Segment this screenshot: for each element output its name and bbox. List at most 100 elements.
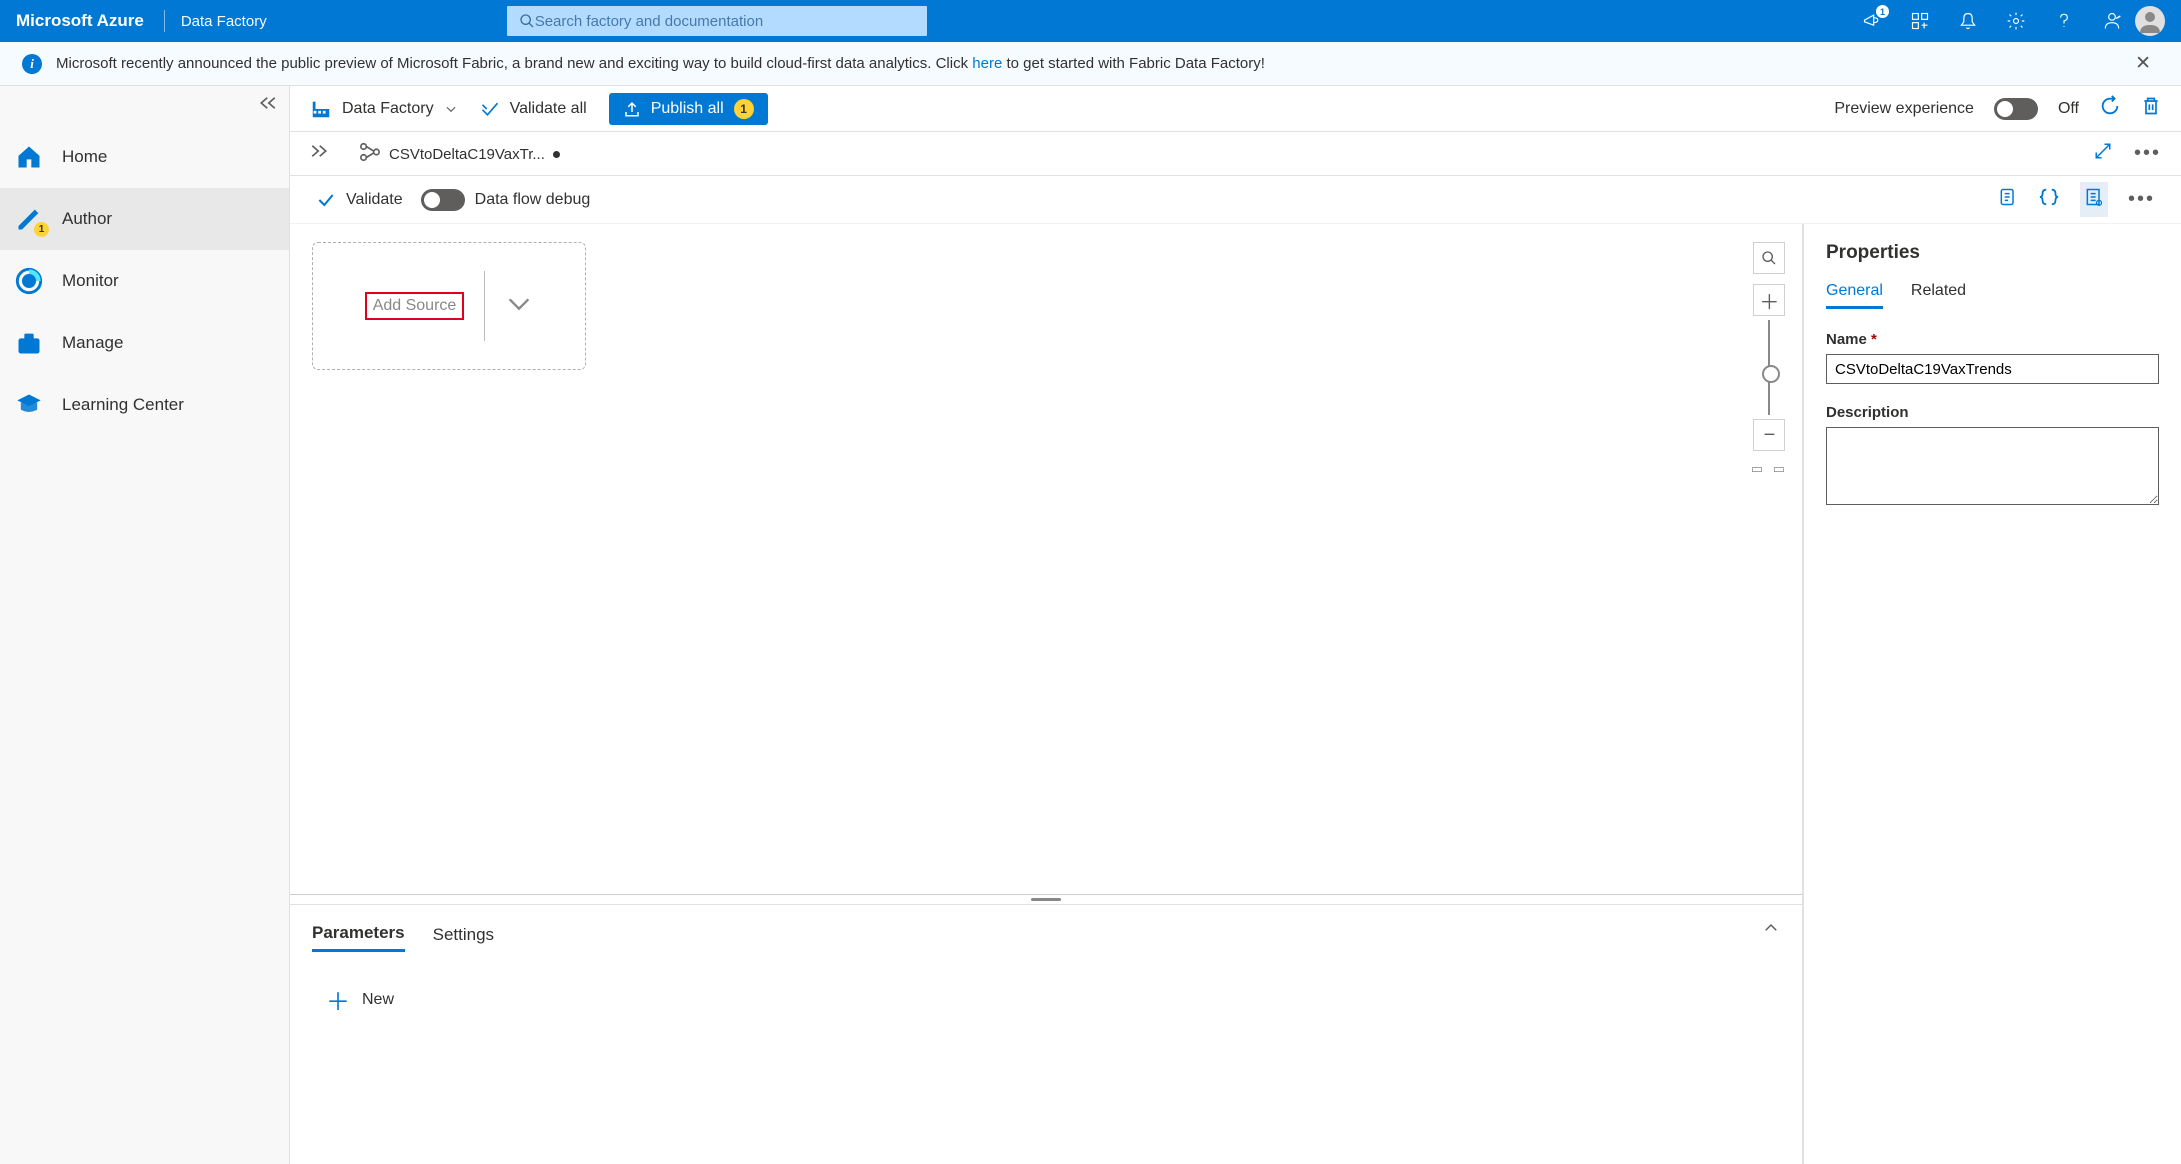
settings-icon[interactable] [2005, 10, 2027, 32]
publish-all-label: Publish all [651, 100, 724, 118]
zoom-slider[interactable] [1768, 320, 1770, 415]
breadcrumb-data-factory[interactable]: Data Factory [310, 98, 458, 120]
expand-tabs-button[interactable] [310, 144, 328, 163]
chevron-down-icon [444, 102, 458, 116]
validate-all-label: Validate all [510, 100, 587, 118]
required-asterisk: * [1871, 331, 1877, 348]
header-actions: 1 [1861, 10, 2123, 32]
properties-panel: Properties General Related Name * Descri… [1803, 224, 2181, 1164]
maximize-button[interactable] [2094, 142, 2112, 165]
notifications-icon[interactable] [1957, 10, 1979, 32]
name-input[interactable] [1826, 354, 2159, 384]
dataflow-debug-toggle[interactable] [421, 189, 465, 211]
editor-tabbar: CSVtoDeltaC19VaxTr... ••• [290, 132, 2181, 176]
banner-link[interactable]: here [972, 55, 1002, 72]
bottom-tab-parameters[interactable]: Parameters [312, 917, 405, 952]
new-parameter-button[interactable]: ＋ New [312, 982, 1780, 1017]
nav-manage[interactable]: Manage [0, 312, 289, 374]
preview-state-label: Off [2058, 100, 2079, 118]
description-field-label: Description [1826, 404, 2159, 421]
global-search-input[interactable] [535, 13, 915, 30]
nav-label: Learning Center [62, 395, 184, 415]
canvas-search-button[interactable] [1753, 242, 1785, 274]
panel-splitter[interactable] [290, 894, 1802, 904]
nav-label: Manage [62, 333, 123, 353]
publish-all-button[interactable]: Publish all 1 [609, 93, 768, 125]
properties-title: Properties [1826, 242, 2159, 264]
zoom-in-button[interactable]: ＋ [1753, 284, 1785, 316]
bottom-panel: Parameters Settings ＋ New [290, 904, 1802, 1164]
bottom-tab-settings[interactable]: Settings [433, 919, 494, 951]
factory-icon [310, 98, 332, 120]
product-label: Data Factory [181, 13, 267, 30]
properties-toggle-button[interactable] [2080, 182, 2108, 217]
user-avatar[interactable] [2135, 6, 2165, 36]
canvas-zoom-controls: ＋ − ▭ ▭ [1751, 242, 1788, 477]
nav-label: Home [62, 147, 107, 167]
more-actions-button[interactable]: ••• [2134, 142, 2161, 165]
banner-text-after: to get started with Fabric Data Factory! [1002, 55, 1265, 72]
dataflow-canvas[interactable]: Add Source ＋ − ▭ ▭ [290, 224, 1802, 894]
main-toolbar: Data Factory Validate all Publish all 1 … [290, 86, 2181, 132]
fabric-banner: i Microsoft recently announced the publi… [0, 42, 2181, 86]
zoom-out-button[interactable]: − [1753, 419, 1785, 451]
help-icon[interactable] [2053, 10, 2075, 32]
feedback-icon[interactable] [2101, 10, 2123, 32]
nav-home[interactable]: Home [0, 126, 289, 188]
zoom-fit-button[interactable]: ▭ ▭ [1751, 461, 1788, 477]
description-textarea[interactable] [1826, 427, 2159, 505]
breadcrumb-label: Data Factory [342, 100, 434, 118]
divider [484, 271, 485, 341]
refresh-button[interactable] [2099, 95, 2121, 122]
validate-label: Validate [346, 191, 403, 209]
tab-dataflow[interactable]: CSVtoDeltaC19VaxTr... [346, 132, 573, 175]
global-search[interactable] [507, 6, 927, 36]
plus-icon: ＋ [326, 982, 350, 1017]
home-icon [14, 142, 44, 172]
unsaved-dot-icon [553, 151, 560, 158]
nav-label: Author [62, 209, 112, 229]
add-source-box[interactable]: Add Source [312, 242, 586, 370]
publish-count-badge: 1 [734, 99, 754, 119]
dataflow-debug-label: Data flow debug [475, 191, 591, 209]
author-badge: 1 [34, 222, 49, 237]
header-divider [164, 10, 165, 32]
dataflow-icon [359, 141, 381, 167]
preview-experience-toggle[interactable] [1994, 98, 2038, 120]
monitor-icon [14, 266, 44, 296]
new-label: New [362, 991, 394, 1009]
validate-all-button[interactable]: Validate all [480, 99, 587, 119]
nav-monitor[interactable]: Monitor [0, 250, 289, 312]
add-source-dropdown[interactable] [505, 290, 533, 323]
nav-author[interactable]: 1 Author [0, 188, 289, 250]
sidebar-collapse-button[interactable] [259, 96, 277, 115]
check-icon [316, 190, 336, 210]
announcements-icon[interactable]: 1 [1861, 10, 1883, 32]
notification-badge: 1 [1876, 5, 1889, 18]
nav-label: Monitor [62, 271, 119, 291]
switch-directory-icon[interactable] [1909, 10, 1931, 32]
banner-close-button[interactable]: ✕ [2127, 48, 2159, 79]
code-view-button[interactable] [2038, 186, 2060, 213]
bottom-panel-collapse[interactable] [1762, 919, 1780, 942]
validate-icon [480, 99, 500, 119]
delete-button[interactable] [2141, 95, 2161, 122]
learning-icon [14, 390, 44, 420]
prop-tab-general[interactable]: General [1826, 282, 1883, 309]
tab-label: CSVtoDeltaC19VaxTr... [389, 146, 545, 163]
name-field-label: Name * [1826, 331, 2159, 348]
prop-tab-related[interactable]: Related [1911, 282, 1966, 309]
script-view-button[interactable] [1998, 186, 2018, 213]
azure-header: Microsoft Azure Data Factory 1 [0, 0, 2181, 42]
dataflow-editor-toolbar: Validate Data flow debug ••• [290, 176, 2181, 224]
banner-text-before: Microsoft recently announced the public … [56, 55, 972, 72]
nav-learning[interactable]: Learning Center [0, 374, 289, 436]
name-label-text: Name [1826, 331, 1867, 348]
manage-icon [14, 328, 44, 358]
brand-label: Microsoft Azure [16, 11, 144, 31]
validate-button[interactable]: Validate [316, 190, 403, 210]
publish-icon [623, 100, 641, 118]
banner-text: Microsoft recently announced the public … [56, 55, 2113, 72]
add-source-label[interactable]: Add Source [365, 292, 465, 320]
editor-more-button[interactable]: ••• [2128, 188, 2155, 211]
